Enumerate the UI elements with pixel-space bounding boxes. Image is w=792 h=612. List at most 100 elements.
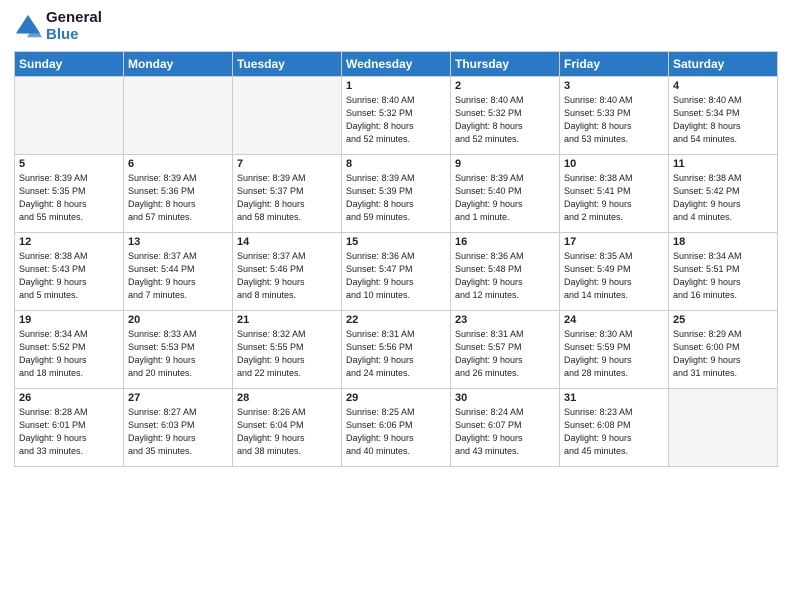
day-info: Sunrise: 8:33 AM Sunset: 5:53 PM Dayligh… [128, 328, 228, 380]
calendar-cell: 14 Sunrise: 8:37 AM Sunset: 5:46 PM Dayli… [233, 233, 342, 311]
logo-icon [14, 13, 42, 41]
day-info: Sunrise: 8:40 AM Sunset: 5:33 PM Dayligh… [564, 94, 664, 146]
day-number: 22 [346, 314, 446, 326]
day-number: 9 [455, 158, 555, 170]
day-number: 31 [564, 392, 664, 404]
calendar-cell: 30 Sunrise: 8:24 AM Sunset: 6:07 PM Dayli… [451, 389, 560, 467]
day-info: Sunrise: 8:36 AM Sunset: 5:48 PM Dayligh… [455, 250, 555, 302]
calendar-cell: 31Sunrise: 8:23 AM Sunset: 6:08 PM Dayli… [560, 389, 669, 467]
calendar-cell [233, 77, 342, 155]
calendar-cell [669, 389, 778, 467]
day-number: 7 [237, 158, 337, 170]
calendar-cell: 8 Sunrise: 8:39 AM Sunset: 5:39 PM Daylig… [342, 155, 451, 233]
day-info: Sunrise: 8:24 AM Sunset: 6:07 PM Dayligh… [455, 406, 555, 458]
calendar-cell: 24 Sunrise: 8:30 AM Sunset: 5:59 PM Dayli… [560, 311, 669, 389]
weekday-header-thursday: Thursday [451, 52, 560, 77]
day-info: Sunrise: 8:31 AM Sunset: 5:57 PM Dayligh… [455, 328, 555, 380]
calendar-cell: 7Sunrise: 8:39 AM Sunset: 5:37 PM Daylig… [233, 155, 342, 233]
calendar-cell: 28 Sunrise: 8:26 AM Sunset: 6:04 PM Dayli… [233, 389, 342, 467]
day-number: 14 [237, 236, 337, 248]
calendar-cell: 12Sunrise: 8:38 AM Sunset: 5:43 PM Dayli… [15, 233, 124, 311]
day-number: 1 [346, 80, 446, 92]
day-number: 6 [128, 158, 228, 170]
day-info: Sunrise: 8:29 AM Sunset: 6:00 PM Dayligh… [673, 328, 773, 380]
calendar-cell: 10 Sunrise: 8:38 AM Sunset: 5:41 PM Dayli… [560, 155, 669, 233]
day-info: Sunrise: 8:37 AM Sunset: 5:46 PM Dayligh… [237, 250, 337, 302]
calendar-cell: 6 Sunrise: 8:39 AM Sunset: 5:36 PM Daylig… [124, 155, 233, 233]
day-info: Sunrise: 8:39 AM Sunset: 5:40 PM Dayligh… [455, 172, 555, 224]
day-info: Sunrise: 8:39 AM Sunset: 5:39 PM Dayligh… [346, 172, 446, 224]
calendar-cell: 17 Sunrise: 8:35 AM Sunset: 5:49 PM Dayli… [560, 233, 669, 311]
weekday-header-monday: Monday [124, 52, 233, 77]
day-info: Sunrise: 8:27 AM Sunset: 6:03 PM Dayligh… [128, 406, 228, 458]
calendar-cell: 20 Sunrise: 8:33 AM Sunset: 5:53 PM Dayli… [124, 311, 233, 389]
calendar-week-2: 12Sunrise: 8:38 AM Sunset: 5:43 PM Dayli… [15, 233, 778, 311]
day-info: Sunrise: 8:31 AM Sunset: 5:56 PM Dayligh… [346, 328, 446, 380]
day-number: 24 [564, 314, 664, 326]
day-info: Sunrise: 8:37 AM Sunset: 5:44 PM Dayligh… [128, 250, 228, 302]
calendar-cell: 25 Sunrise: 8:29 AM Sunset: 6:00 PM Dayli… [669, 311, 778, 389]
day-number: 28 [237, 392, 337, 404]
calendar-cell: 21 Sunrise: 8:32 AM Sunset: 5:55 PM Dayli… [233, 311, 342, 389]
calendar-cell: 5 Sunrise: 8:39 AM Sunset: 5:35 PM Daylig… [15, 155, 124, 233]
day-number: 27 [128, 392, 228, 404]
day-info: Sunrise: 8:34 AM Sunset: 5:52 PM Dayligh… [19, 328, 119, 380]
calendar-cell: 18 Sunrise: 8:34 AM Sunset: 5:51 PM Dayli… [669, 233, 778, 311]
day-number: 11 [673, 158, 773, 170]
calendar-cell [124, 77, 233, 155]
calendar-cell: 26 Sunrise: 8:28 AM Sunset: 6:01 PM Dayli… [15, 389, 124, 467]
calendar-cell: 2Sunrise: 8:40 AM Sunset: 5:32 PM Daylig… [451, 77, 560, 155]
day-number: 8 [346, 158, 446, 170]
day-number: 5 [19, 158, 119, 170]
calendar-cell: 29 Sunrise: 8:25 AM Sunset: 6:06 PM Dayli… [342, 389, 451, 467]
day-number: 17 [564, 236, 664, 248]
calendar-cell [15, 77, 124, 155]
day-number: 13 [128, 236, 228, 248]
day-number: 12 [19, 236, 119, 248]
calendar-cell: 3 Sunrise: 8:40 AM Sunset: 5:33 PM Daylig… [560, 77, 669, 155]
day-number: 29 [346, 392, 446, 404]
logo-text: General Blue [46, 10, 102, 43]
day-number: 30 [455, 392, 555, 404]
day-info: Sunrise: 8:26 AM Sunset: 6:04 PM Dayligh… [237, 406, 337, 458]
day-info: Sunrise: 8:28 AM Sunset: 6:01 PM Dayligh… [19, 406, 119, 458]
calendar-cell: 4 Sunrise: 8:40 AM Sunset: 5:34 PM Daylig… [669, 77, 778, 155]
day-number: 23 [455, 314, 555, 326]
day-info: Sunrise: 8:35 AM Sunset: 5:49 PM Dayligh… [564, 250, 664, 302]
day-number: 10 [564, 158, 664, 170]
day-info: Sunrise: 8:36 AM Sunset: 5:47 PM Dayligh… [346, 250, 446, 302]
day-info: Sunrise: 8:25 AM Sunset: 6:06 PM Dayligh… [346, 406, 446, 458]
calendar-cell: 16 Sunrise: 8:36 AM Sunset: 5:48 PM Dayli… [451, 233, 560, 311]
day-number: 20 [128, 314, 228, 326]
main-container: General Blue SundayMondayTuesdayWednesda… [0, 0, 792, 612]
day-info: Sunrise: 8:38 AM Sunset: 5:41 PM Dayligh… [564, 172, 664, 224]
header: General Blue [14, 10, 778, 43]
weekday-header-wednesday: Wednesday [342, 52, 451, 77]
day-info: Sunrise: 8:32 AM Sunset: 5:55 PM Dayligh… [237, 328, 337, 380]
calendar-cell: 9 Sunrise: 8:39 AM Sunset: 5:40 PM Daylig… [451, 155, 560, 233]
day-info: Sunrise: 8:34 AM Sunset: 5:51 PM Dayligh… [673, 250, 773, 302]
day-info: Sunrise: 8:40 AM Sunset: 5:32 PM Dayligh… [455, 94, 555, 146]
calendar-cell: 1Sunrise: 8:40 AM Sunset: 5:32 PM Daylig… [342, 77, 451, 155]
calendar-cell: 22 Sunrise: 8:31 AM Sunset: 5:56 PM Dayli… [342, 311, 451, 389]
day-number: 3 [564, 80, 664, 92]
day-info: Sunrise: 8:39 AM Sunset: 5:35 PM Dayligh… [19, 172, 119, 224]
logo: General Blue [14, 10, 102, 43]
day-number: 4 [673, 80, 773, 92]
day-info: Sunrise: 8:39 AM Sunset: 5:36 PM Dayligh… [128, 172, 228, 224]
day-number: 21 [237, 314, 337, 326]
calendar-table: SundayMondayTuesdayWednesdayThursdayFrid… [14, 51, 778, 467]
day-info: Sunrise: 8:38 AM Sunset: 5:42 PM Dayligh… [673, 172, 773, 224]
calendar-cell: 15Sunrise: 8:36 AM Sunset: 5:47 PM Dayli… [342, 233, 451, 311]
day-number: 16 [455, 236, 555, 248]
day-number: 26 [19, 392, 119, 404]
weekday-header-saturday: Saturday [669, 52, 778, 77]
day-info: Sunrise: 8:30 AM Sunset: 5:59 PM Dayligh… [564, 328, 664, 380]
day-info: Sunrise: 8:40 AM Sunset: 5:34 PM Dayligh… [673, 94, 773, 146]
calendar-week-1: 5 Sunrise: 8:39 AM Sunset: 5:35 PM Daylig… [15, 155, 778, 233]
weekday-header-friday: Friday [560, 52, 669, 77]
day-number: 18 [673, 236, 773, 248]
calendar-cell: 19Sunrise: 8:34 AM Sunset: 5:52 PM Dayli… [15, 311, 124, 389]
day-number: 25 [673, 314, 773, 326]
calendar-cell: 23 Sunrise: 8:31 AM Sunset: 5:57 PM Dayli… [451, 311, 560, 389]
